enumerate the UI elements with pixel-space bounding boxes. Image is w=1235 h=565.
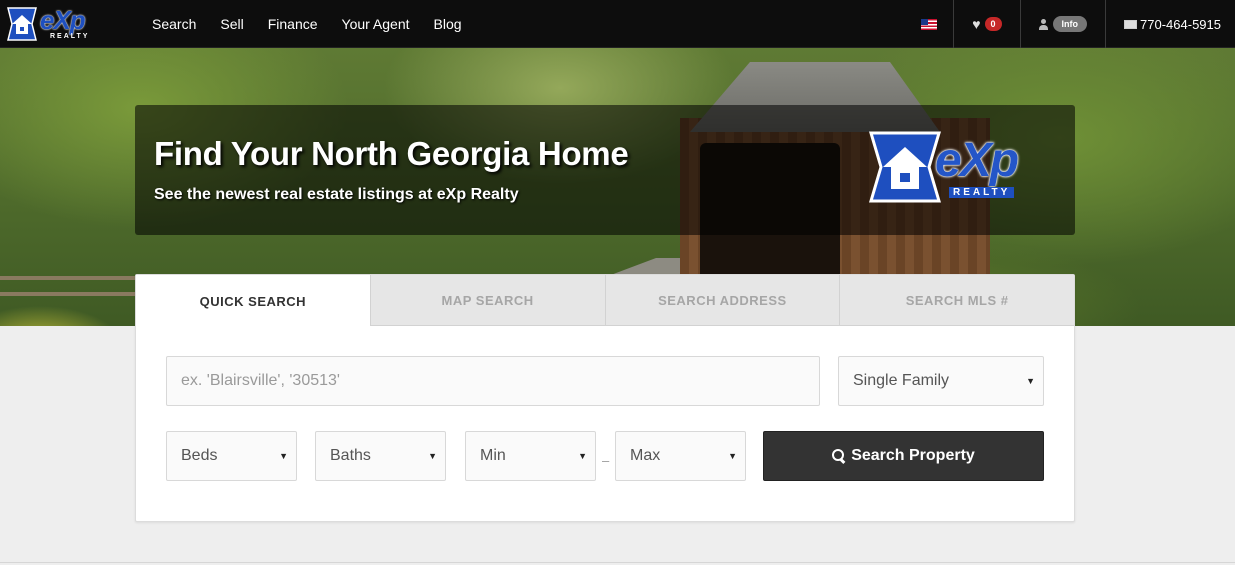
logo-text: eXp — [40, 5, 86, 35]
max-price-select[interactable]: Max ▼ — [615, 431, 746, 481]
account-info-button[interactable]: Info — [1019, 0, 1106, 48]
exp-logo[interactable]: eXp REALTY — [4, 3, 104, 45]
beds-select[interactable]: Beds ▼ — [166, 431, 297, 481]
min-price-value: Min — [480, 447, 506, 464]
nav-link-sell[interactable]: Sell — [208, 16, 255, 32]
hero-exp-logo: eXp REALTY — [865, 127, 1055, 207]
us-flag-icon — [921, 18, 938, 30]
phone-link[interactable]: 770-464-5915 — [1105, 0, 1235, 48]
hero-logo-house-icon — [868, 131, 942, 203]
property-type-value: Single Family — [853, 372, 950, 389]
hero-logo-text: eXp — [935, 134, 1019, 187]
location-field — [166, 356, 820, 406]
envelope-icon — [1124, 19, 1138, 29]
min-price-select[interactable]: Min ▼ — [465, 431, 596, 481]
tab-search-mls[interactable]: SEARCH MLS # — [839, 275, 1074, 326]
logo-house-icon — [7, 7, 37, 41]
price-range-separator: – — [602, 453, 610, 468]
beds-value: Beds — [181, 447, 218, 464]
top-navbar: eXp REALTY Search Sell Finance Your Agen… — [0, 0, 1235, 48]
hero-banner: Find Your North Georgia Home See the new… — [135, 105, 1075, 235]
hero-subtitle: See the newest real estate listings at e… — [154, 186, 519, 203]
tab-quick-search[interactable]: QUICK SEARCH — [136, 275, 370, 327]
search-icon — [832, 449, 846, 463]
search-panel: QUICK SEARCH MAP SEARCH SEARCH ADDRESS S… — [135, 274, 1075, 522]
tab-map-search[interactable]: MAP SEARCH — [369, 275, 605, 326]
nav-link-finance[interactable]: Finance — [256, 16, 330, 32]
phone-number: 770-464-5915 — [1140, 16, 1221, 32]
caret-down-icon: ▼ — [428, 451, 437, 461]
search-tabs: QUICK SEARCH MAP SEARCH SEARCH ADDRESS S… — [136, 275, 1074, 327]
logo-subtext: REALTY — [50, 33, 90, 40]
hero-logo-subtext: REALTY — [949, 187, 1015, 198]
hero-fence — [0, 276, 140, 296]
page-divider — [0, 562, 1235, 563]
tab-search-address[interactable]: SEARCH ADDRESS — [604, 275, 840, 326]
search-button-label: Search Property — [851, 447, 975, 464]
info-badge: Info — [1052, 16, 1088, 32]
caret-down-icon: ▼ — [578, 451, 587, 461]
baths-select[interactable]: Baths ▼ — [315, 431, 446, 481]
property-type-select[interactable]: Single Family ▼ — [838, 356, 1044, 406]
hero-title: Find Your North Georgia Home — [154, 135, 629, 172]
primary-nav: Search Sell Finance Your Agent Blog — [140, 0, 474, 48]
favorites-count-badge: 0 — [984, 17, 1002, 31]
caret-down-icon: ▼ — [279, 451, 288, 461]
nav-link-search[interactable]: Search — [140, 16, 208, 32]
favorites-button[interactable]: ♥ 0 — [953, 0, 1019, 48]
caret-down-icon: ▼ — [728, 451, 737, 461]
search-property-button[interactable]: Search Property — [763, 431, 1044, 481]
max-price-value: Max — [630, 447, 661, 464]
caret-down-icon: ▼ — [1026, 376, 1035, 386]
user-icon — [1038, 18, 1048, 30]
nav-link-blog[interactable]: Blog — [422, 16, 474, 32]
heart-icon: ♥ — [972, 16, 981, 32]
nav-link-your-agent[interactable]: Your Agent — [330, 16, 422, 32]
nav-utilities: ♥ 0 Info 770-464-5915 — [905, 0, 1235, 48]
baths-value: Baths — [330, 447, 371, 464]
location-input[interactable] — [181, 372, 819, 390]
language-selector[interactable] — [905, 0, 953, 48]
